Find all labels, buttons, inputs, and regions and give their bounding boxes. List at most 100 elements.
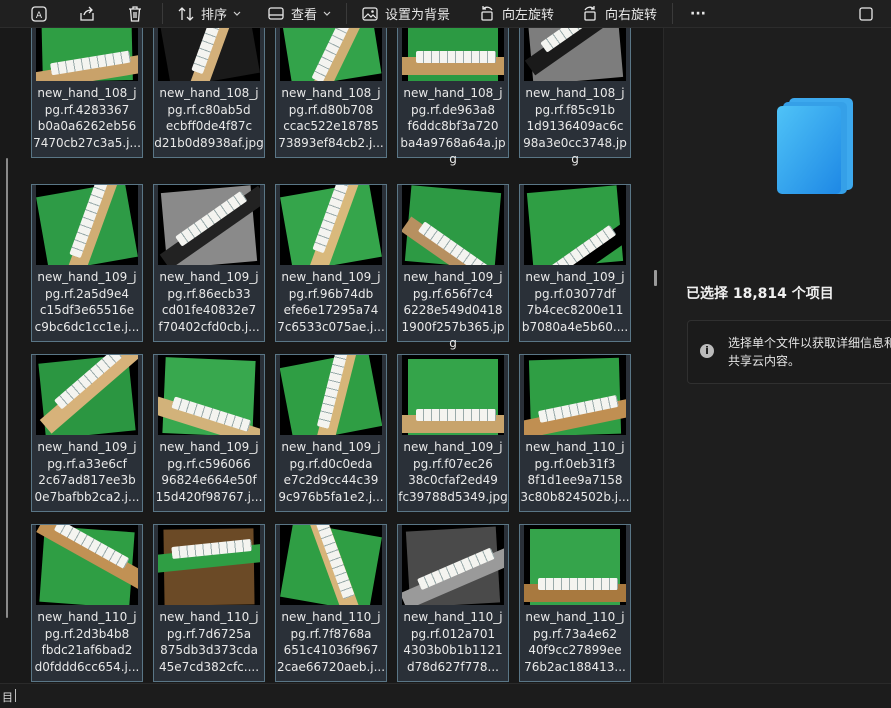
- file-name: new_hand_110_j pg.rf.7f8768a 651c41036f9…: [276, 610, 386, 674]
- file-name: new_hand_110_j pg.rf.012a701 4303b0b1b11…: [403, 610, 503, 674]
- svg-text:A: A: [36, 11, 43, 21]
- file-thumbnail: [280, 185, 382, 265]
- toolbar-divider: [162, 3, 163, 24]
- chevron-down-icon: [233, 11, 241, 16]
- info-icon: i: [700, 344, 714, 358]
- view-menu-button[interactable]: 查看: [267, 0, 333, 27]
- thumbnail-image: [280, 355, 382, 435]
- set-as-background-button[interactable]: 设置为背景: [361, 0, 450, 27]
- file-thumbnail: [36, 28, 138, 81]
- thumbnail-image: [36, 185, 138, 265]
- thumbnail-band: [524, 28, 626, 76]
- thumbnail-image: [402, 526, 504, 605]
- file-item[interactable]: new_hand_110_j pg.rf.7d6725a 875db3d373c…: [153, 524, 265, 682]
- file-item[interactable]: new_hand_110_j pg.rf.73a4e62 40f9cc27899…: [519, 524, 631, 682]
- scrollbar[interactable]: [6, 158, 8, 618]
- thumbnail-image: [158, 528, 260, 605]
- main-content: new_hand_108_j pg.rf.4283367 b0a0a6262eb…: [0, 28, 891, 683]
- file-thumbnail: [280, 28, 382, 81]
- thumbnail-image: [280, 185, 382, 265]
- file-thumbnail: [402, 28, 504, 81]
- file-thumbnail: [402, 355, 504, 435]
- thumbnail-image: [36, 28, 138, 81]
- file-item[interactable]: new_hand_110_j pg.rf.2d3b4b8 fbdc21af6ba…: [31, 524, 143, 682]
- file-name: new_hand_108_j pg.rf.c80ab5d ecbff0de4f8…: [154, 86, 264, 150]
- file-item[interactable]: new_hand_109_j pg.rf.a33e6cf 2c67ad817ee…: [31, 354, 143, 512]
- file-item[interactable]: new_hand_108_j pg.rf.de963a8 f6ddc8bf3a7…: [397, 28, 509, 166]
- file-thumbnail: [158, 525, 260, 605]
- file-item[interactable]: new_hand_109_j pg.rf.96b74db efe6e17295a…: [275, 184, 387, 342]
- mahjong-tiles: [538, 578, 618, 590]
- file-thumbnail: [158, 355, 260, 435]
- file-item[interactable]: new_hand_108_j pg.rf.f85c91b 1d9136409ac…: [519, 28, 631, 166]
- rotate-right-label: 向右旋转: [605, 8, 658, 23]
- file-thumbnail: [280, 525, 382, 605]
- file-item[interactable]: new_hand_108_j pg.rf.d80b708 ccac522e187…: [275, 28, 387, 158]
- file-item[interactable]: new_hand_109_j pg.rf.03077df 7b4cec8200e…: [519, 184, 631, 342]
- file-item[interactable]: new_hand_109_j pg.rf.2a5d9e4 c15df3e6551…: [31, 184, 143, 342]
- file-item[interactable]: new_hand_109_j pg.rf.f07ec26 38c0cfaf2ed…: [397, 354, 509, 512]
- file-grid[interactable]: new_hand_108_j pg.rf.4283367 b0a0a6262eb…: [0, 28, 655, 683]
- file-name: new_hand_109_j pg.rf.a33e6cf 2c67ad817ee…: [34, 440, 140, 504]
- thumbnail-image: [402, 28, 504, 81]
- file-name: new_hand_109_j pg.rf.c596066 96824e664e5…: [155, 440, 263, 504]
- thumbnail-image: [36, 525, 138, 605]
- sort-label: 排序: [201, 8, 228, 23]
- command-bar: A 排序 查看 设置为背景 向左旋转 向右旋转 ···: [0, 0, 891, 28]
- file-item[interactable]: new_hand_108_j pg.rf.4283367 b0a0a6262eb…: [31, 28, 143, 158]
- view-label: 查看: [291, 8, 318, 23]
- file-item[interactable]: new_hand_109_j pg.rf.86ecb33 cd01fe40832…: [153, 184, 265, 342]
- file-item[interactable]: new_hand_110_j pg.rf.012a701 4303b0b1b11…: [397, 524, 509, 682]
- mahjong-tiles: [416, 409, 496, 421]
- file-item[interactable]: new_hand_110_j pg.rf.0eb31f3 8f1d1ee9a71…: [519, 354, 631, 512]
- file-name: new_hand_109_j pg.rf.2a5d9e4 c15df3e6551…: [34, 270, 140, 334]
- file-thumbnail: [36, 355, 138, 435]
- rename-button[interactable]: A: [30, 0, 48, 27]
- thumbnail-band: [39, 355, 138, 434]
- share-icon: [80, 6, 94, 21]
- thumbnail-image: [526, 185, 626, 265]
- image-icon: [362, 6, 378, 21]
- file-item[interactable]: new_hand_109_j pg.rf.d0c0eda e7c2d9cc44c…: [275, 354, 387, 512]
- file-thumbnail: [524, 28, 626, 81]
- rotate-left-icon: [481, 5, 493, 21]
- share-button[interactable]: [78, 0, 96, 27]
- thumbnail-image: [38, 355, 138, 435]
- file-name: new_hand_108_j pg.rf.f85c91b 1d9136409ac…: [523, 86, 627, 166]
- file-item[interactable]: new_hand_109_j pg.rf.656f7c4 6228e549d04…: [397, 184, 509, 350]
- rotate-right-button[interactable]: 向右旋转: [581, 0, 657, 27]
- more-options-button[interactable]: ···: [690, 0, 706, 27]
- file-item[interactable]: new_hand_110_j pg.rf.7f8768a 651c41036f9…: [275, 524, 387, 682]
- checkbox-icon: [859, 6, 873, 21]
- file-name: new_hand_109_j pg.rf.656f7c4 6228e549d04…: [401, 270, 505, 350]
- status-bar: 目: [0, 683, 891, 708]
- file-name: new_hand_108_j pg.rf.4283367 b0a0a6262eb…: [33, 86, 141, 150]
- file-item[interactable]: new_hand_109_j pg.rf.c596066 96824e664e5…: [153, 354, 265, 512]
- thumbnail-image: [158, 28, 260, 81]
- thumbnail-image: [280, 525, 382, 605]
- sort-menu-button[interactable]: 排序: [177, 0, 243, 27]
- rotate-right-icon: [584, 5, 596, 21]
- trash-icon: [129, 5, 141, 22]
- thumbnail-image: [402, 185, 504, 265]
- toolbar-divider: [346, 3, 347, 24]
- file-name: new_hand_109_j pg.rf.f07ec26 38c0cfaf2ed…: [398, 440, 508, 504]
- selection-count: 已选择 18,814 个项目: [686, 286, 834, 302]
- file-item[interactable]: new_hand_108_j pg.rf.c80ab5d ecbff0de4f8…: [153, 28, 265, 158]
- file-name: new_hand_109_j pg.rf.03077df 7b4cec8200e…: [521, 270, 629, 334]
- status-divider: [15, 689, 16, 702]
- thumbnail-image: [402, 359, 504, 435]
- file-name: new_hand_108_j pg.rf.d80b708 ccac522e187…: [278, 86, 384, 150]
- file-thumbnail: [524, 185, 626, 265]
- file-name: new_hand_110_j pg.rf.2d3b4b8 fbdc21af6ba…: [34, 610, 140, 674]
- rotate-left-button[interactable]: 向左旋转: [478, 0, 554, 27]
- pane-splitter[interactable]: [654, 270, 657, 286]
- file-name: new_hand_108_j pg.rf.de963a8 f6ddc8bf3a7…: [400, 86, 506, 166]
- sort-icon: [178, 6, 194, 21]
- multiple-files-icon: [777, 96, 857, 200]
- file-name: new_hand_109_j pg.rf.86ecb33 cd01fe40832…: [158, 270, 260, 334]
- file-thumbnail: [280, 355, 382, 435]
- select-button[interactable]: [858, 0, 874, 27]
- file-thumbnail: [402, 525, 504, 605]
- delete-button[interactable]: [126, 0, 144, 27]
